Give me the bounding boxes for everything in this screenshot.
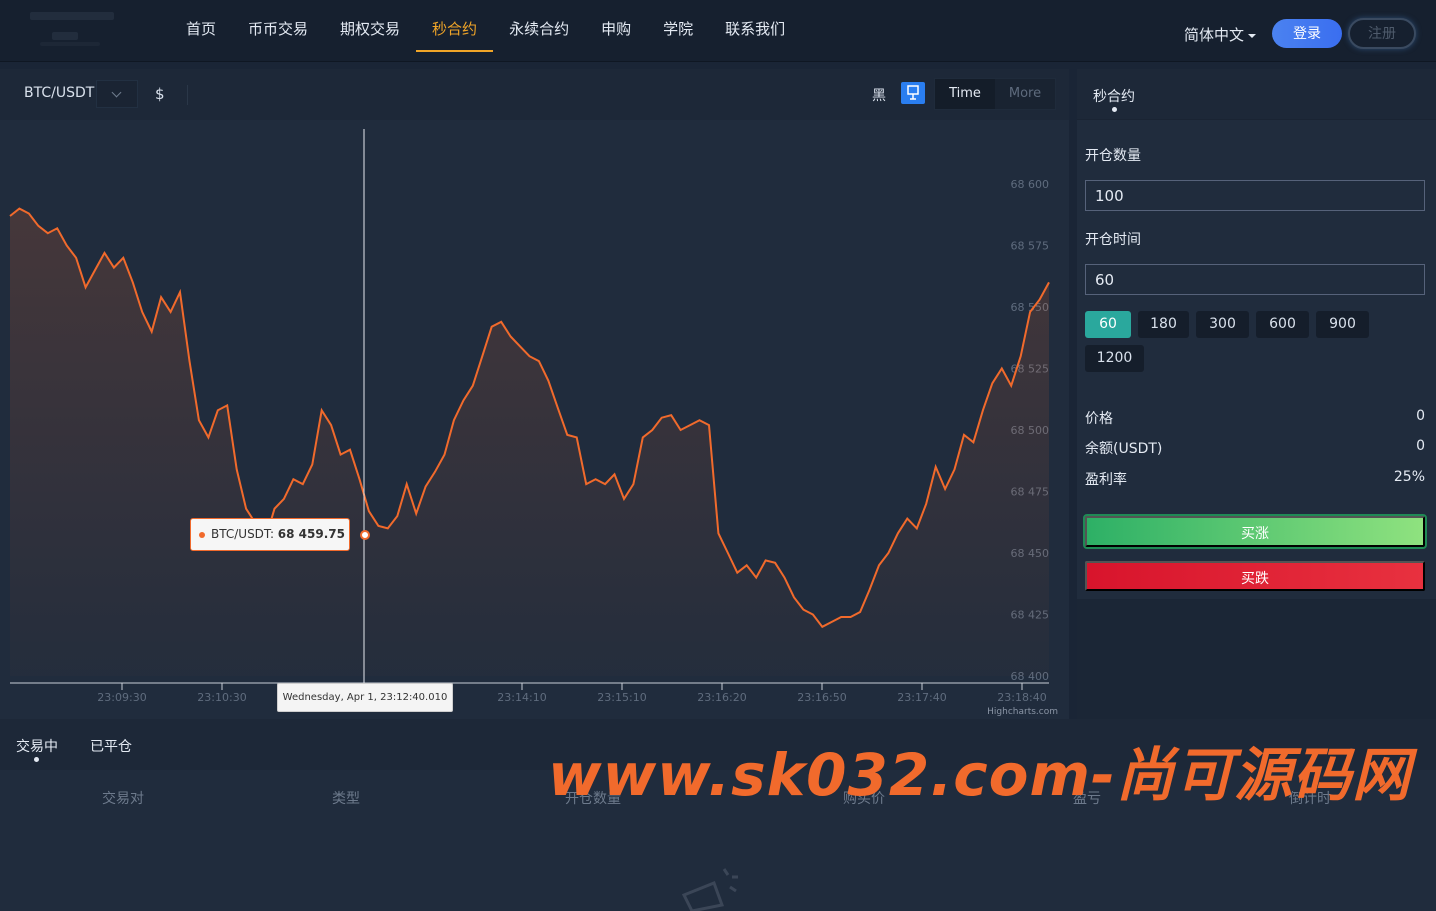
x-tick-label: 23:10:30 [197, 691, 246, 704]
empty-box-icon [681, 868, 738, 911]
language-selector[interactable]: 简体中文 [1184, 24, 1257, 45]
x-tick-label: 23:16:50 [797, 691, 846, 704]
main-nav: 首页 币币交易 期权交易 秒合约 永续合约 申购 学院 联系我们 [170, 0, 801, 62]
duration-180-button[interactable]: 180 [1138, 311, 1189, 338]
qty-input[interactable] [1085, 180, 1425, 211]
chart-toolbar: BTC/USDT $ 黑 Time More [0, 69, 1069, 120]
watermark-text: www.sk032.com-尚可源码网 [548, 741, 1412, 809]
x-tick-label: 23:16:20 [697, 691, 746, 704]
y-tick-label: 68 575 [1011, 240, 1050, 253]
balance-label: 余额(USDT) [1085, 441, 1163, 457]
nav-item-spot[interactable]: 币币交易 [232, 0, 324, 52]
nav-item-options[interactable]: 期权交易 [324, 0, 416, 52]
login-button[interactable]: 登录 [1272, 19, 1342, 48]
nav-item-home[interactable]: 首页 [170, 0, 232, 52]
caret-down-icon [1248, 33, 1257, 38]
price-chart[interactable]: 68 60068 57568 55068 52568 50068 47568 4… [0, 120, 1069, 719]
active-tab-dot [1112, 107, 1117, 112]
nav-item-second-contract[interactable]: 秒合约 [416, 0, 494, 52]
nav-item-academy[interactable]: 学院 [647, 0, 709, 52]
x-tick-label: 23:18:40 [997, 691, 1046, 704]
hover-point-marker [360, 530, 370, 540]
active-tab-dot [34, 757, 39, 762]
chart-svg: 68 60068 57568 55068 52568 50068 47568 4… [9, 129, 1058, 717]
right-panel-filler [1077, 599, 1436, 719]
currency-symbol[interactable]: $ [155, 85, 165, 103]
tooltip-series: BTC/USDT [211, 527, 270, 541]
nav-item-subscribe[interactable]: 申购 [585, 0, 647, 52]
chevron-down-icon [111, 87, 122, 98]
nav-item-perpetual[interactable]: 永续合约 [493, 0, 585, 52]
pair-label: BTC/USDT [24, 85, 95, 101]
time-input[interactable] [1085, 264, 1425, 295]
x-tick-label: 23:09:30 [97, 691, 146, 704]
profit-rate-value: 25% [1393, 469, 1425, 485]
chart-tooltip: BTC/USDT: 68 459.75 [190, 518, 350, 551]
trade-panel-header: 秒合约 [1077, 69, 1436, 120]
tab-more[interactable]: More [995, 79, 1055, 109]
chart-credit: Highcharts.com [987, 707, 1058, 717]
top-navbar: 首页 币币交易 期权交易 秒合约 永续合约 申购 学院 联系我们 简体中文 登录… [0, 0, 1436, 62]
balance-row: 余额(USDT) 0 [1085, 438, 1425, 458]
chart-range-tabs: Time More [934, 78, 1056, 110]
nav-item-contact[interactable]: 联系我们 [709, 0, 801, 52]
register-button[interactable]: 注册 [1348, 18, 1416, 49]
balance-value: 0 [1416, 438, 1425, 454]
price-label: 价格 [1085, 411, 1113, 427]
duration-600-button[interactable]: 600 [1256, 311, 1309, 338]
col-pair: 交易对 [102, 791, 144, 807]
toolbar-divider [187, 85, 188, 105]
col-type: 类型 [332, 791, 360, 807]
tab-closed-orders[interactable]: 已平仓 [90, 736, 132, 756]
duration-60-button[interactable]: 60 [1085, 311, 1131, 338]
tab-time[interactable]: Time [935, 79, 995, 109]
qty-label: 开仓数量 [1085, 148, 1141, 164]
theme-dark-label[interactable]: 黑 [872, 85, 886, 105]
series-dot-icon [199, 531, 205, 538]
site-logo[interactable] [30, 10, 120, 50]
y-tick-label: 68 600 [1011, 178, 1050, 191]
buy-up-button[interactable]: 买涨 [1083, 514, 1427, 549]
crosshair-time-label: Wednesday, Apr 1, 23:12:40.010 [277, 683, 453, 712]
x-tick-label: 23:15:10 [597, 691, 646, 704]
x-tick-label: 23:17:40 [897, 691, 946, 704]
time-label: 开仓时间 [1085, 232, 1141, 248]
profit-rate-row: 盈利率 25% [1085, 469, 1425, 489]
tooltip-value: 68 459.75 [277, 527, 345, 541]
duration-1200-button[interactable]: 1200 [1085, 345, 1144, 372]
pair-dropdown[interactable] [96, 80, 138, 108]
duration-900-button[interactable]: 900 [1316, 311, 1369, 338]
theme-toggle-icon[interactable] [901, 82, 925, 104]
x-tick-label: 23:14:10 [497, 691, 546, 704]
profit-rate-label: 盈利率 [1085, 472, 1127, 488]
tab-open-orders[interactable]: 交易中 [16, 736, 58, 756]
price-value: 0 [1416, 408, 1425, 424]
price-row: 价格 0 [1085, 408, 1425, 428]
tab-second-contract[interactable]: 秒合约 [1093, 86, 1135, 106]
language-label: 简体中文 [1184, 26, 1245, 44]
series-area [10, 208, 1049, 676]
buy-down-button[interactable]: 买跌 [1085, 561, 1425, 591]
duration-300-button[interactable]: 300 [1196, 311, 1249, 338]
